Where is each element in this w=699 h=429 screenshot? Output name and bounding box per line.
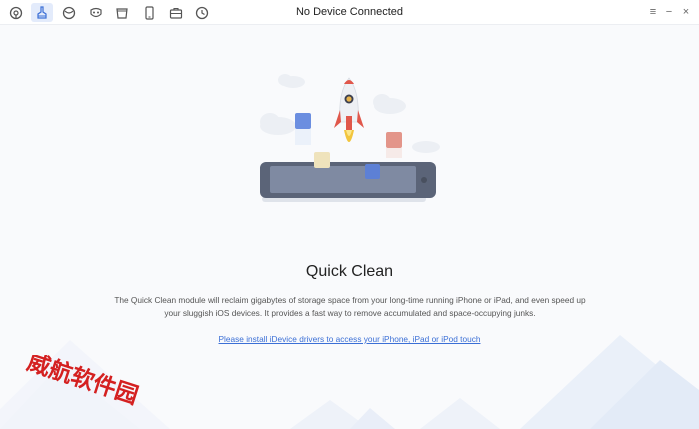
- svg-text:威航软件园: 威航软件园: [24, 355, 142, 410]
- minimize-button[interactable]: −: [662, 4, 676, 20]
- install-drivers-link[interactable]: Please install iDevice drivers to access…: [0, 334, 699, 344]
- menu-icon[interactable]: ≡: [646, 4, 660, 20]
- quick-clean-illustration: [260, 74, 440, 202]
- rocket-icon: [334, 77, 364, 142]
- page-heading: Quick Clean: [305, 263, 394, 280]
- page-description: The Quick Clean module will reclaim giga…: [114, 295, 586, 318]
- title-bar: No Device Connected ≡ − ×: [0, 0, 699, 25]
- watermark-logo: 威航软件园: [24, 355, 142, 410]
- close-button[interactable]: ×: [679, 4, 693, 20]
- app-window: No Device Connected ≡ − × Quick Clean Th…: [0, 0, 699, 429]
- window-title: No Device Connected: [295, 6, 403, 18]
